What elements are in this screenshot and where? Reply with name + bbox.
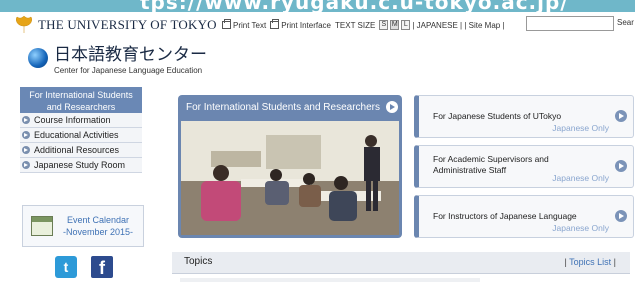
topics-entry-partial [180, 278, 480, 282]
topics-list-link[interactable]: Topics List [564, 257, 616, 267]
arrow-right-icon [615, 110, 627, 122]
arrow-right-icon [615, 210, 627, 222]
university-logo[interactable]: THE UNIVERSITY OF TOKYO [14, 14, 217, 36]
feature-panel-international[interactable]: For International Students and Researche… [178, 95, 402, 238]
link-title: For Japanese Students of UTokyo [433, 111, 562, 121]
sidebar-heading[interactable]: For International Students and Researche… [20, 87, 142, 113]
arrow-bullet-icon [22, 131, 30, 139]
sidebar-item-educational-activities[interactable]: Educational Activities [20, 128, 142, 143]
topics-title: Topics [184, 256, 213, 267]
link-title: For Instructors of Japanese Language [433, 211, 577, 221]
link-subtitle: Japanese Only [552, 173, 609, 183]
social-links: t f [55, 256, 113, 278]
center-logo[interactable]: 日本語教育センター Center for Japanese Language E… [28, 46, 207, 75]
arrow-bullet-icon [22, 161, 30, 169]
search-button[interactable]: Sear [617, 18, 634, 27]
link-subtitle: Japanese Only [552, 123, 609, 133]
arrow-right-icon [386, 101, 398, 113]
sidebar-item-course-information[interactable]: Course Information [20, 113, 142, 128]
facebook-icon[interactable]: f [91, 256, 113, 278]
topics-header: Topics Topics List [172, 252, 630, 274]
text-size-small-button[interactable]: S [379, 20, 389, 30]
center-name-japanese: 日本語教育センター [54, 45, 207, 65]
sidebar-item-japanese-study-room[interactable]: Japanese Study Room [20, 158, 142, 173]
search-input[interactable] [526, 16, 614, 31]
sidebar-item-additional-resources[interactable]: Additional Resources [20, 143, 142, 158]
url-text: tps://www.ryugaku.c.u-tokyo.ac.jp/ [140, 0, 569, 12]
twitter-icon[interactable]: t [55, 256, 77, 278]
link-japanese-instructors[interactable]: For Instructors of Japanese Language Jap… [414, 195, 634, 238]
classroom-photo [181, 121, 399, 235]
text-size-medium-button[interactable]: M [390, 20, 400, 30]
event-calendar-link[interactable]: Event Calendar -November 2015- [22, 205, 144, 247]
printer-icon [222, 19, 231, 29]
ginkgo-icon [14, 15, 34, 35]
print-interface-link[interactable]: Print Interface [270, 19, 331, 30]
link-subtitle: Japanese Only [552, 223, 609, 233]
arrow-right-icon [615, 160, 627, 172]
link-academic-supervisors[interactable]: For Academic Supervisors and Administrat… [414, 145, 634, 188]
university-name: THE UNIVERSITY OF TOKYO [38, 17, 217, 32]
globe-icon [28, 48, 48, 68]
printer-icon [270, 19, 280, 29]
utility-toolbar: Print Text Print Interface TEXT SIZE S M… [222, 18, 509, 32]
url-bar: tps://www.ryugaku.c.u-tokyo.ac.jp/ [0, 0, 635, 12]
language-sitemap-links[interactable]: | JAPANESE | | Site Map | [412, 21, 504, 30]
center-name-english: Center for Japanese Language Education [54, 66, 203, 75]
calendar-icon [31, 216, 53, 236]
sidebar-nav: For International Students and Researche… [20, 87, 142, 173]
print-text-link[interactable]: Print Text [222, 19, 266, 30]
text-size-large-button[interactable]: L [401, 20, 411, 30]
text-size-label: TEXT SIZE [335, 20, 376, 30]
feature-title: For International Students and Researche… [178, 95, 402, 119]
link-japanese-students[interactable]: For Japanese Students of UTokyo Japanese… [414, 95, 634, 138]
arrow-bullet-icon [22, 116, 30, 124]
arrow-bullet-icon [22, 146, 30, 154]
event-calendar-label: Event Calendar -November 2015- [62, 215, 134, 237]
